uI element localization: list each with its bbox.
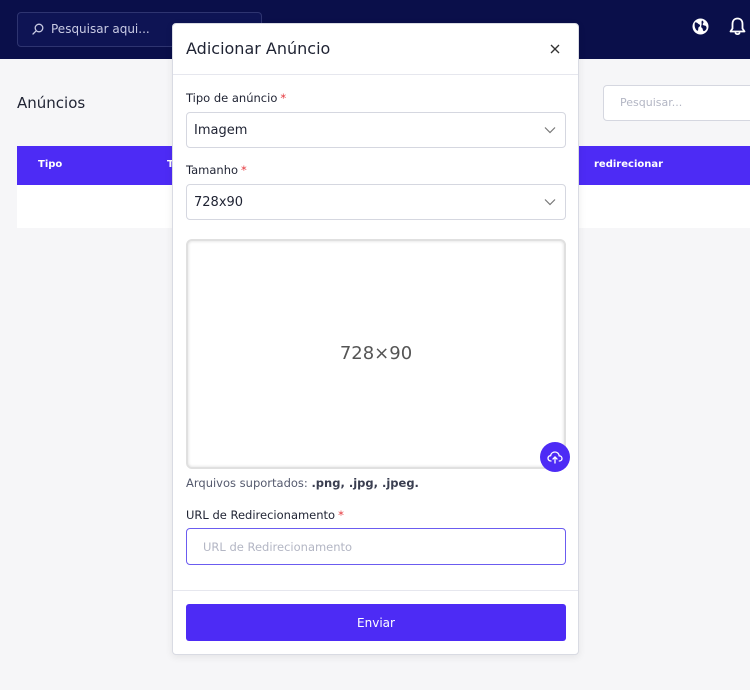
search-icon [32, 23, 44, 35]
redirect-url-input[interactable] [186, 528, 566, 565]
supported-formats-list: .png, .jpg, .jpeg. [311, 476, 419, 490]
required-mark: * [241, 163, 247, 177]
add-ad-modal: Adicionar Anúncio Tipo de anúncio * Image… [172, 23, 579, 655]
ad-type-value: Imagem [194, 123, 248, 138]
column-header-redirecionar: redirecionar [594, 159, 664, 170]
supported-formats-prefix: Arquivos suportados: [186, 476, 308, 490]
footer-divider [173, 590, 578, 591]
redirect-url-label-text: URL de Redirecionamento [186, 508, 336, 522]
ad-type-label: Tipo de anúncio * [186, 91, 286, 105]
global-search-placeholder: Pesquisar aqui... [51, 22, 150, 36]
column-header-tipo: Tipo [38, 159, 63, 170]
image-preview-placeholder-text: 728×90 [339, 343, 413, 364]
submit-button[interactable]: Enviar [186, 604, 566, 641]
page-title: Anúncios [17, 94, 86, 112]
upload-button[interactable] [540, 442, 570, 472]
chevron-down-icon [544, 199, 556, 206]
ad-type-select[interactable]: Imagem [186, 112, 566, 148]
required-mark: * [280, 91, 287, 105]
required-mark: * [338, 508, 344, 522]
supported-formats-note: Arquivos suportados: .png, .jpg, .jpeg. [186, 476, 419, 490]
ads-search-placeholder: Pesquisar... [620, 96, 683, 109]
size-label-text: Tamanho [186, 163, 239, 177]
ads-search-input[interactable]: Pesquisar... [603, 85, 750, 121]
ad-type-label-text: Tipo de anúncio [186, 91, 278, 105]
cloud-upload-icon [547, 451, 563, 464]
redirect-url-label: URL de Redirecionamento * [186, 508, 344, 522]
modal-title: Adicionar Anúncio [186, 39, 331, 58]
image-preview: 728×90 [186, 239, 566, 469]
size-value: 728x90 [194, 195, 244, 210]
size-label: Tamanho * [186, 163, 247, 177]
bell-icon[interactable] [729, 17, 746, 36]
close-icon[interactable] [548, 42, 562, 56]
globe-icon[interactable] [692, 18, 709, 35]
modal-header: Adicionar Anúncio [173, 24, 578, 75]
size-select[interactable]: 728x90 [186, 184, 566, 220]
chevron-down-icon [544, 127, 556, 134]
